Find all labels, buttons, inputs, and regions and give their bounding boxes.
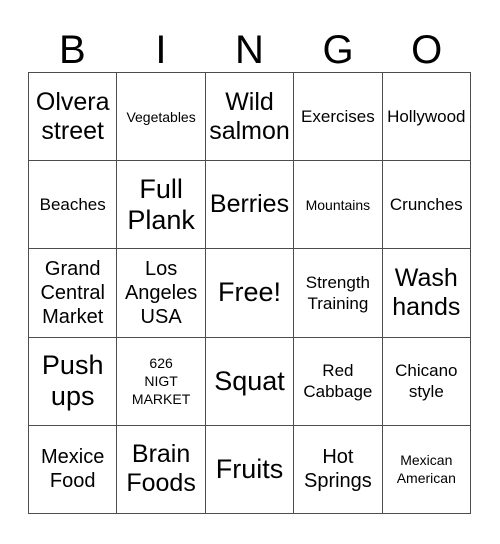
bingo-cell-label: Strength Training: [305, 272, 371, 313]
bingo-header-letter-b: B: [58, 28, 86, 72]
bingo-cell[interactable]: Mexican American: [382, 425, 471, 514]
bingo-cell-free-space[interactable]: Free!: [205, 249, 295, 338]
bingo-header-letter-g: G: [322, 28, 354, 72]
bingo-cell-label: Brain Foods: [126, 440, 196, 498]
bingo-cell-label: Wash hands: [392, 263, 461, 321]
bingo-cell[interactable]: Fruits: [205, 425, 295, 514]
bingo-cell[interactable]: Olvera street: [29, 73, 118, 162]
bingo-cell-label: Los Angeles USA: [124, 257, 198, 328]
bingo-cell-label: Crunches: [389, 195, 463, 215]
bingo-cell-label: Full Plank: [127, 173, 195, 235]
bingo-cell-label: Hot Springs: [303, 446, 372, 493]
bingo-cell-label: Squat: [214, 365, 285, 396]
bingo-cell[interactable]: Hot Springs: [294, 425, 383, 514]
bingo-header-row: B I N G O: [28, 14, 471, 72]
bingo-cell[interactable]: Strength Training: [294, 249, 383, 338]
bingo-cell[interactable]: Crunches: [382, 161, 471, 250]
bingo-cell-label: Olvera street: [35, 87, 110, 145]
bingo-cell[interactable]: Los Angeles USA: [117, 249, 206, 338]
bingo-cell-label: Push ups: [41, 350, 104, 412]
bingo-cell-label: Red Cabbage: [303, 361, 373, 402]
bingo-card: B I N G O Olvera street Vegetables Wild …: [0, 0, 500, 544]
bingo-cell[interactable]: 626 NIGT MARKET: [117, 337, 206, 426]
bingo-cell[interactable]: Squat: [205, 337, 295, 426]
bingo-cell[interactable]: Red Cabbage: [294, 337, 383, 426]
bingo-cell[interactable]: Beaches: [29, 161, 118, 250]
bingo-header-letter-n: N: [235, 28, 264, 72]
bingo-cell-label: Mountains: [305, 196, 371, 213]
bingo-cell[interactable]: Berries: [205, 161, 295, 250]
bingo-cell[interactable]: Wild salmon: [205, 73, 295, 162]
bingo-cell[interactable]: Mexice Food: [29, 425, 118, 514]
bingo-cell[interactable]: Brain Foods: [117, 425, 206, 514]
bingo-cell-label: Hollywood: [387, 107, 466, 127]
bingo-header-letter-o: O: [411, 28, 443, 72]
bingo-cell-label: Mexice Food: [41, 446, 105, 493]
bingo-cell[interactable]: Wash hands: [382, 249, 471, 338]
bingo-cell-label: Vegetables: [126, 108, 196, 125]
bingo-cell-label: Chicano style: [395, 361, 458, 402]
bingo-cell[interactable]: Vegetables: [117, 73, 206, 162]
bingo-cell-label: Exercises: [301, 107, 375, 127]
bingo-grid: Olvera street Vegetables Wild salmon Exe…: [28, 72, 471, 514]
bingo-cell[interactable]: Exercises: [294, 73, 383, 162]
bingo-header-letter-i: I: [155, 28, 167, 72]
bingo-cell[interactable]: Push ups: [29, 337, 118, 426]
bingo-cell-label: Fruits: [215, 453, 284, 484]
bingo-cell-label: Free!: [217, 277, 281, 308]
bingo-cell-label: Wild salmon: [209, 87, 290, 145]
bingo-cell[interactable]: Full Plank: [117, 161, 206, 250]
bingo-cell-label: Berries: [209, 190, 290, 219]
bingo-cell[interactable]: Chicano style: [382, 337, 471, 426]
bingo-cell-label: 626 NIGT MARKET: [131, 355, 191, 408]
bingo-cell-label: Mexican American: [396, 452, 456, 487]
bingo-cell[interactable]: Mountains: [294, 161, 383, 250]
bingo-cell[interactable]: Grand Central Market: [29, 249, 118, 338]
bingo-cell-label: Beaches: [39, 195, 106, 215]
bingo-cell-label: Grand Central Market: [40, 257, 105, 328]
bingo-cell[interactable]: Hollywood: [382, 73, 471, 162]
